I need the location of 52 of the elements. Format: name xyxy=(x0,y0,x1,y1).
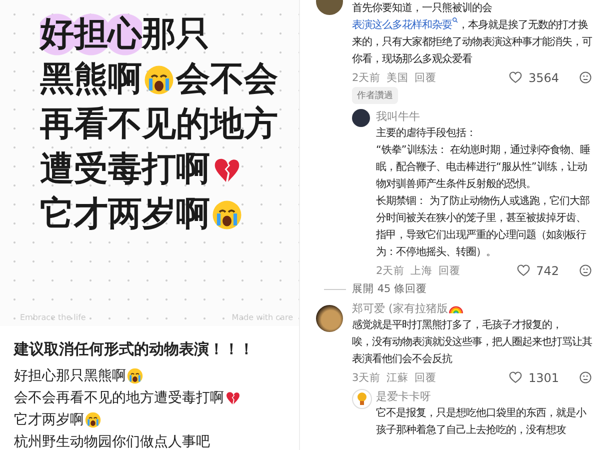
comment-text: 唉，没有动物表演就没这些事，把人圈起来也打骂让其表演看他们会不会反抗 xyxy=(352,336,592,365)
post-text: 好担心那只黑熊啊 xyxy=(14,367,126,386)
post-text: 杭州野生动物园你们做点人事吧 xyxy=(14,433,210,450)
author-liked-tag: 作者讚過 xyxy=(352,87,398,104)
title-text: 黑熊啊 xyxy=(40,58,142,101)
title-text: 它才两岁啊 xyxy=(40,193,210,236)
title-text: 再看不见的地方 xyxy=(40,103,278,146)
crying-face-icon xyxy=(212,200,242,230)
search-icon[interactable] xyxy=(452,17,458,23)
title-text: 那只 xyxy=(142,13,210,56)
rainbow-icon xyxy=(448,303,463,315)
title-text: 会不会 xyxy=(176,58,278,101)
heart-icon[interactable] xyxy=(509,371,522,384)
crying-face-icon xyxy=(144,64,174,94)
smiley-icon[interactable] xyxy=(579,71,592,84)
comment-text: 长期禁锢： 为了防止动物伤人或逃跑，它们大部分时间被关在狭小的笼子里，甚至被拔掉牙齿、指甲，导致它们出现严重的心理问题（如刻板行为：不停地摇头、转圈）。 xyxy=(376,195,590,258)
avatar[interactable] xyxy=(352,109,370,127)
post-text: 它才两岁啊 xyxy=(14,411,84,430)
like-count: 3564 xyxy=(528,70,559,84)
post-heading: 建议取消任何形式的动物表演！！！ xyxy=(14,340,255,359)
crying-face-icon xyxy=(85,412,101,428)
smiley-icon[interactable] xyxy=(579,371,592,384)
comment-time: 2天前 xyxy=(352,70,381,84)
comment-time: 3天前 xyxy=(352,370,381,384)
title-text: 好担心 xyxy=(40,12,142,57)
comment-location: 上海 xyxy=(410,264,433,278)
like-count: 742 xyxy=(536,264,559,278)
comment-text: 它不是报复，只是想吃他口袋里的东西，就是小孩子那种着急了自己上去抢吃的，没有想攻 xyxy=(376,407,586,436)
search-link[interactable]: 表演这么多花样和杂耍 xyxy=(352,19,458,31)
post-text: 会不会再看不见的地方遭受毒打啊 xyxy=(14,389,224,408)
comment-text: 感觉就是平时打黑熊打多了，毛孩子才报复的， xyxy=(352,319,562,331)
expand-replies-link[interactable]: 展開 45 條回覆 xyxy=(352,282,428,296)
heart-icon[interactable] xyxy=(509,71,522,84)
reply-link[interactable]: 回覆 xyxy=(438,264,461,278)
comment-text: 首先你要知道，一只熊被训的会 表演这么多花样和杂耍 ，本身就是挨了无数的打才换来的，只有大家都拒绝了动物表演这种事才能消失，可你看，现场那么多观众爱看 xyxy=(352,1,592,67)
comment-author: 郑可爱 (家有拉猪版 xyxy=(352,301,448,317)
like-count: 1301 xyxy=(528,370,559,384)
reply-link[interactable]: 回覆 xyxy=(414,370,437,384)
comment-author: 是爱卡卡呀 xyxy=(376,389,431,405)
avatar[interactable] xyxy=(316,305,343,332)
heart-icon[interactable] xyxy=(517,264,530,277)
comment-author: 我叫牛牛 xyxy=(376,109,420,125)
reply-link[interactable]: 回覆 xyxy=(414,70,437,84)
comment-text: “铁拳”训练法： 在幼崽时期，通过剥夺食物、睡眠，配合鞭子、电击棒进行“服从性”训练，让动物对驯兽师产生条件反射般的恐惧。 xyxy=(376,144,590,190)
crying-face-icon xyxy=(127,368,143,384)
comment-location: 美国 xyxy=(386,70,409,84)
comment-location: 江蘇 xyxy=(386,370,409,384)
smiley-icon[interactable] xyxy=(579,264,592,277)
title-text: 遭受毒打啊 xyxy=(40,148,210,191)
comment-time: 2天前 xyxy=(376,264,405,278)
comment-text: 主要的虐待手段包括： xyxy=(376,127,476,139)
broken-heart-icon xyxy=(225,390,241,406)
